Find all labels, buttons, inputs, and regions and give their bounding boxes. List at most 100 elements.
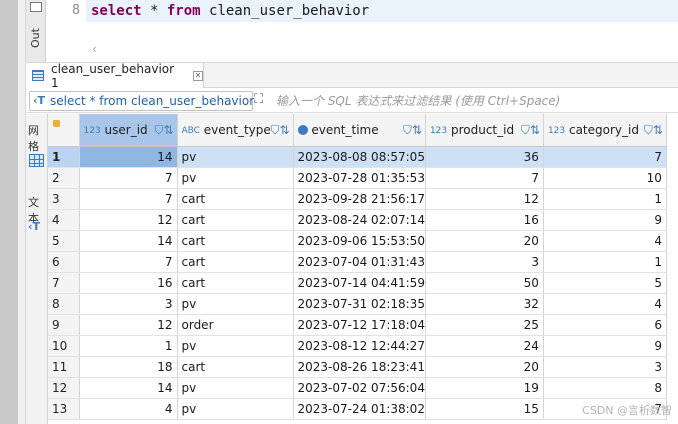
cell-user-id[interactable]: 16	[79, 272, 178, 294]
row-number[interactable]: 3	[48, 188, 80, 210]
table-row[interactable]: 6 7 cart 2023-07-04 01:31:43 3 1	[48, 251, 667, 273]
table-row[interactable]: 11 18 cart 2023-08-26 18:23:41 20 3	[48, 356, 667, 378]
query-box[interactable]: ‹T select * from clean_user_behavior	[29, 91, 254, 111]
table-row[interactable]: 8 3 pv 2023-07-31 02:18:35 32 4	[48, 293, 667, 315]
row-number-header[interactable]	[48, 114, 80, 147]
cell-event-time[interactable]: 2023-07-31 02:18:35	[293, 293, 426, 315]
cell-category-id[interactable]: 10	[543, 167, 667, 189]
table-row[interactable]: 2 7 pv 2023-07-28 01:35:53 7 10	[48, 167, 667, 189]
cell-event-type[interactable]: pv	[177, 377, 294, 399]
cell-event-time[interactable]: 2023-07-28 01:35:53	[293, 167, 426, 189]
cell-event-type[interactable]: cart	[177, 209, 294, 231]
scroll-left-icon[interactable]: ‹	[92, 42, 97, 56]
cell-event-type[interactable]: pv	[177, 167, 294, 189]
expand-icon[interactable]: ⛶	[254, 92, 263, 107]
cell-product-id[interactable]: 24	[425, 335, 544, 357]
sort-filter-icon[interactable]: ⛉⇅	[644, 123, 663, 138]
cell-event-time[interactable]: 2023-07-02 07:56:04	[293, 377, 426, 399]
cell-event-time[interactable]: 2023-07-12 17:18:04	[293, 314, 426, 336]
sort-filter-icon[interactable]: ⛉⇅	[154, 123, 173, 138]
table-row[interactable]: 7 16 cart 2023-07-14 04:41:59 50 5	[48, 272, 667, 294]
cell-category-id[interactable]: 9	[543, 209, 667, 231]
cell-event-type[interactable]: pv	[177, 293, 294, 315]
row-number[interactable]: 8	[48, 293, 80, 315]
cell-category-id[interactable]: 1	[543, 188, 667, 210]
cell-product-id[interactable]: 25	[425, 314, 544, 336]
table-row[interactable]: 13 4 pv 2023-07-24 01:38:02 15 7	[48, 398, 667, 420]
cell-event-time[interactable]: 2023-08-08 08:57:05	[293, 146, 426, 168]
results-tab[interactable]: clean_user_behavior 1 ✕	[26, 62, 204, 90]
row-number[interactable]: 6	[48, 251, 80, 273]
row-number[interactable]: 10	[48, 335, 80, 357]
cell-category-id[interactable]: 5	[543, 272, 667, 294]
cell-product-id[interactable]: 16	[425, 209, 544, 231]
cell-event-type[interactable]: cart	[177, 251, 294, 273]
grid-mode-label[interactable]: 网格	[28, 122, 46, 154]
cell-event-type[interactable]: pv	[177, 398, 294, 420]
cell-event-time[interactable]: 2023-07-24 01:38:02	[293, 398, 426, 420]
cell-category-id[interactable]: 6	[543, 314, 667, 336]
row-number[interactable]: 9	[48, 314, 80, 336]
row-number[interactable]: 11	[48, 356, 80, 378]
results-grid[interactable]: 123 user_id ⛉⇅ ABC event_type ⛉⇅ event_tim…	[48, 114, 678, 424]
row-number[interactable]: 5	[48, 230, 80, 252]
editor-horizontal-scrollbar[interactable]: ‹	[86, 42, 678, 58]
row-number[interactable]: 2	[48, 167, 80, 189]
cell-user-id[interactable]: 7	[79, 167, 178, 189]
row-number[interactable]: 4	[48, 209, 80, 231]
cell-product-id[interactable]: 20	[425, 356, 544, 378]
cell-event-type[interactable]: cart	[177, 356, 294, 378]
grid-icon[interactable]	[29, 154, 44, 167]
row-number[interactable]: 12	[48, 377, 80, 399]
row-number[interactable]: 13	[48, 398, 80, 420]
cell-event-type[interactable]: pv	[177, 146, 294, 168]
cell-user-id[interactable]: 7	[79, 188, 178, 210]
cell-event-type[interactable]: cart	[177, 188, 294, 210]
cell-user-id[interactable]: 14	[79, 377, 178, 399]
cell-user-id[interactable]: 1	[79, 335, 178, 357]
cell-product-id[interactable]: 36	[425, 146, 544, 168]
cell-product-id[interactable]: 50	[425, 272, 544, 294]
column-header-product-id[interactable]: 123 product_id ⛉⇅	[425, 114, 544, 147]
cell-event-time[interactable]: 2023-07-04 01:31:43	[293, 251, 426, 273]
cell-product-id[interactable]: 7	[425, 167, 544, 189]
cell-event-time[interactable]: 2023-08-26 18:23:41	[293, 356, 426, 378]
cell-event-type[interactable]: pv	[177, 335, 294, 357]
table-row[interactable]: 4 12 cart 2023-08-24 02:07:14 16 9	[48, 209, 667, 231]
cell-event-time[interactable]: 2023-09-06 15:53:50	[293, 230, 426, 252]
cell-product-id[interactable]: 19	[425, 377, 544, 399]
cell-product-id[interactable]: 20	[425, 230, 544, 252]
output-side-tab[interactable]: Out	[26, 0, 46, 62]
row-number[interactable]: 7	[48, 272, 80, 294]
row-number[interactable]: 1	[48, 146, 80, 168]
cell-category-id[interactable]: 4	[543, 230, 667, 252]
sort-filter-icon[interactable]: ⛉⇅	[521, 123, 540, 138]
table-row[interactable]: 10 1 pv 2023-08-12 12:44:27 24 9	[48, 335, 667, 357]
cell-category-id[interactable]: 3	[543, 356, 667, 378]
cell-event-type[interactable]: cart	[177, 230, 294, 252]
sort-filter-icon[interactable]: ⛉⇅	[403, 123, 422, 138]
cell-product-id[interactable]: 32	[425, 293, 544, 315]
cell-event-type[interactable]: order	[177, 314, 294, 336]
text-mode-icon[interactable]: ‹T	[28, 220, 46, 233]
cell-event-time[interactable]: 2023-07-14 04:41:59	[293, 272, 426, 294]
cell-user-id[interactable]: 7	[79, 251, 178, 273]
table-row[interactable]: 9 12 order 2023-07-12 17:18:04 25 6	[48, 314, 667, 336]
cell-user-id[interactable]: 14	[79, 230, 178, 252]
close-icon[interactable]: ✕	[193, 70, 203, 81]
column-header-user-id[interactable]: 123 user_id ⛉⇅	[79, 114, 178, 147]
cell-event-time[interactable]: 2023-08-24 02:07:14	[293, 209, 426, 231]
filter-input[interactable]: 输入一个 SQL 表达式来过滤结果 (使用 Ctrl+Space)	[276, 92, 560, 109]
cell-category-id[interactable]: 9	[543, 335, 667, 357]
cell-category-id[interactable]: 4	[543, 293, 667, 315]
cell-category-id[interactable]: 1	[543, 251, 667, 273]
cell-event-type[interactable]: cart	[177, 272, 294, 294]
cell-category-id[interactable]: 8	[543, 377, 667, 399]
column-header-category-id[interactable]: 123 category_id ⛉⇅	[543, 114, 667, 147]
cell-event-time[interactable]: 2023-09-28 21:56:17	[293, 188, 426, 210]
column-header-event-time[interactable]: event_time ⛉⇅	[293, 114, 426, 147]
cell-category-id[interactable]: 7	[543, 146, 667, 168]
cell-product-id[interactable]: 3	[425, 251, 544, 273]
cell-user-id[interactable]: 4	[79, 398, 178, 420]
cell-user-id[interactable]: 3	[79, 293, 178, 315]
